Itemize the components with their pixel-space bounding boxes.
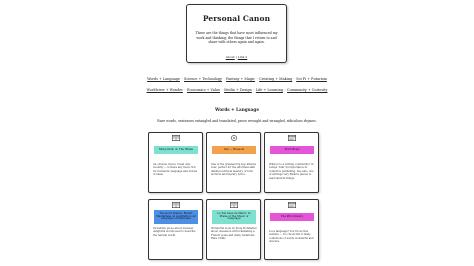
card-description: An obvious choice I read only recently —…: [153, 163, 198, 177]
link-2[interactable]: Link 2: [238, 55, 248, 59]
nav-community-curiosity[interactable]: Community + Curiosity: [287, 88, 327, 92]
site-header-card: Personal Canon These are the things that…: [186, 4, 287, 63]
browser-icon: [288, 135, 296, 141]
card-le-ton-beau[interactable]: Le Ton beau de Marot: In Praise of the M…: [206, 199, 261, 260]
card-title[interactable]: The word branch. Robert Macfarlane on wa…: [154, 210, 198, 224]
nav-media-design[interactable]: Media + Design: [224, 88, 252, 92]
card-word-blogs[interactable]: Word Blogs What is to a writing communit…: [264, 132, 319, 193]
card-description: What is to a writing community? in today…: [269, 163, 314, 180]
disc-icon: [231, 135, 237, 141]
card-title[interactable]: The Phrontistery: [270, 213, 314, 221]
browser-icon: [288, 202, 296, 208]
category-nav-row-2: Worldview + Wonder · Economics + Value · Med…: [146, 88, 328, 92]
book-icon: [172, 135, 180, 141]
nav-scifi-futurism[interactable]: Sci-Fi + Futurism: [296, 77, 327, 81]
card-description: One of the greatest hip hop albums ever,…: [211, 163, 256, 177]
card-title[interactable]: Le Ton beau de Marot: In Praise of the M…: [212, 210, 256, 224]
card-moby-dick[interactable]: Moby-Dick; or, The Whale An obvious choi…: [148, 132, 203, 193]
card-description: Incredible prose about unusual, delightf…: [153, 227, 196, 237]
book-icon: [172, 202, 180, 208]
card-title[interactable]: Sun — Blossom: [212, 146, 256, 154]
card-description: Wonderful book by Doug Hofstadter about …: [211, 227, 257, 241]
section-title: Words + Language: [214, 107, 260, 112]
card-word-branch[interactable]: The word branch. Robert Macfarlane on wa…: [148, 199, 203, 260]
header-links: About | Link 2: [187, 55, 286, 59]
category-nav-row-1: Words + Language · Science + Technology · Fa…: [147, 77, 327, 81]
nav-science-technology[interactable]: Science + Technology: [184, 77, 222, 81]
about-link[interactable]: About: [226, 55, 235, 59]
book-icon: [230, 202, 238, 208]
link-separator: |: [235, 55, 237, 59]
card-sun-blossom[interactable]: Sun — Blossom One of the greatest hip ho…: [206, 132, 261, 193]
site-description: These are the things that have most infl…: [195, 31, 278, 45]
site-title: Personal Canon: [202, 14, 271, 23]
nav-life-learning[interactable]: Life + Learning: [256, 88, 283, 92]
card-description: Love language? You'll love this website …: [269, 230, 314, 244]
card-phrontistery[interactable]: The Phrontistery Love language? You'll l…: [264, 199, 319, 260]
section-description: Rare words, sentences entangled and tran…: [157, 119, 317, 123]
card-title[interactable]: Word Blogs: [270, 146, 314, 154]
nav-words-language[interactable]: Words + Language: [147, 77, 180, 81]
nav-creating-making[interactable]: Creating + Making: [259, 77, 292, 81]
nav-economics-value[interactable]: Economics + Value: [187, 88, 220, 92]
card-title[interactable]: Moby-Dick; or, The Whale: [154, 146, 198, 154]
nav-worldview-wonder[interactable]: Worldview + Wonder: [147, 88, 183, 92]
nav-fantasy-magic[interactable]: Fantasy + Magic: [226, 77, 255, 81]
